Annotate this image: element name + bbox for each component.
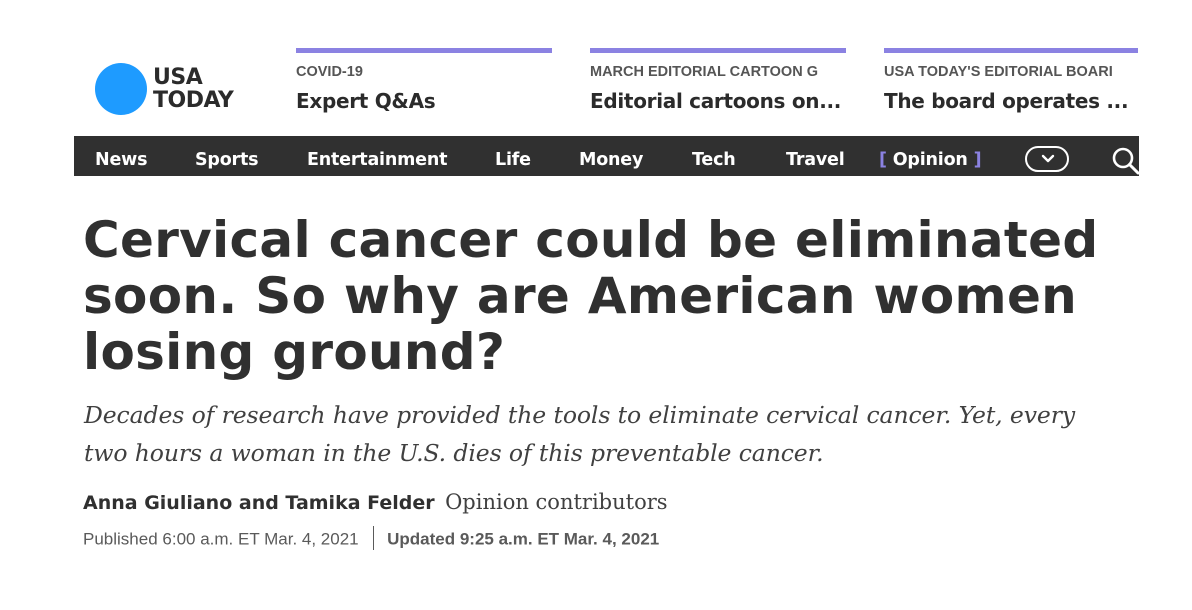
promo-kicker: MARCH EDITORIAL CARTOON G [590,64,818,80]
open-bracket: [ [879,150,887,170]
promo-title[interactable]: Expert Q&As [296,89,552,113]
nav-item-tech[interactable]: Tech [692,136,736,176]
promo-covid[interactable]: COVID-19 Expert Q&As [296,48,552,113]
promo-editorial-board[interactable]: USA TODAY'S EDITORIAL BOARI The board op… [884,48,1138,113]
promo-title[interactable]: The board operates ... [884,89,1138,113]
article-subhead: Decades of research have provided the to… [84,401,1076,467]
logo-wordmark: USA TODAY [153,65,234,113]
logo-line-2: TODAY [153,88,234,113]
nav-item-money[interactable]: Money [579,136,643,176]
date-divider [373,526,375,550]
promo-accent-bar [296,48,552,53]
promo-title[interactable]: Editorial cartoons on... [590,89,846,113]
nav-item-news[interactable]: News [95,136,148,176]
main-nav: News Sports Entertainment Life Money Tec… [74,136,1139,176]
article-headline: Cervical cancer could be eliminated soon… [83,211,1099,381]
nav-item-life[interactable]: Life [495,136,531,176]
nav-item-opinion[interactable]: [ Opinion ] [879,136,982,176]
publish-dates: Published 6:00 a.m. ET Mar. 4, 2021 Upda… [83,526,660,552]
promo-accent-bar [590,48,846,53]
nav-item-opinion-label: Opinion [892,150,968,170]
promo-editorial-cartoons[interactable]: MARCH EDITORIAL CARTOON G Editorial cart… [590,48,846,113]
promo-kicker: COVID-19 [296,64,363,80]
published-timestamp: Published 6:00 a.m. ET Mar. 4, 2021 [83,529,359,549]
logo-line-1: USA [153,65,203,90]
search-icon[interactable] [1112,147,1139,176]
promo-kicker: USA TODAY'S EDITORIAL BOARI [884,64,1113,80]
nav-item-sports[interactable]: Sports [195,136,259,176]
close-bracket: ] [973,150,982,170]
promo-accent-bar [884,48,1138,53]
more-sections-button[interactable] [1025,146,1069,172]
byline: Anna Giuliano and Tamika Felder Opinion … [83,490,668,514]
usa-today-logo[interactable]: USA TODAY [95,63,234,115]
nav-item-travel[interactable]: Travel [786,136,845,176]
nav-item-entertainment[interactable]: Entertainment [307,136,447,176]
author-names[interactable]: Anna Giuliano and Tamika Felder [83,492,435,514]
chevron-down-icon [1041,154,1055,163]
updated-timestamp: Updated 9:25 a.m. ET Mar. 4, 2021 [387,529,660,549]
author-role: Opinion contributors [445,490,668,514]
logo-dot-icon [95,63,147,115]
